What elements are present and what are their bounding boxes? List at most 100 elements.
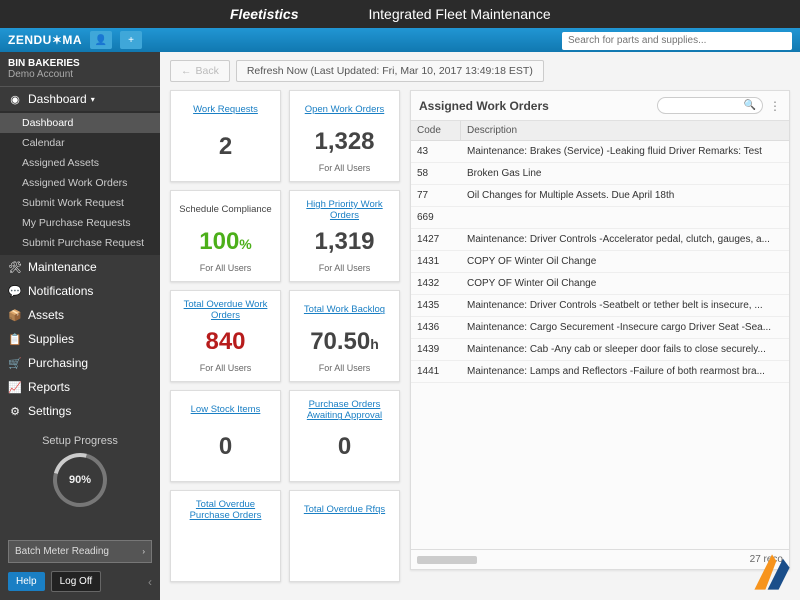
cell-code: 669 xyxy=(411,207,461,228)
sidebar-item-submit-work-request[interactable]: Submit Work Request xyxy=(0,193,160,213)
search-icon: 🔍 xyxy=(744,100,756,111)
sidebar-item-submit-purchase-request[interactable]: Submit Purchase Request xyxy=(0,233,160,253)
card-title[interactable]: Purchase Orders Awaiting Approval xyxy=(294,399,395,422)
user-icon[interactable]: 👤 xyxy=(90,31,112,49)
card-footer: For All Users xyxy=(294,363,395,373)
app-logo: ZENDU✶MA xyxy=(8,33,82,47)
table-footer: 27 reco xyxy=(411,549,789,569)
add-button[interactable]: + xyxy=(120,31,142,49)
card-title: Schedule Compliance xyxy=(175,199,276,221)
card-title[interactable]: Work Requests xyxy=(175,99,276,121)
settings-icon: ⚙ xyxy=(8,404,22,418)
assigned-work-orders-panel: Assigned Work Orders 🔍 ⋮ Code Descriptio… xyxy=(410,90,790,570)
table-row[interactable]: 1431COPY OF Winter Oil Change xyxy=(411,251,789,273)
nav-notifications[interactable]: 💬Notifications xyxy=(0,279,160,303)
cell-code: 1436 xyxy=(411,317,461,338)
card-title[interactable]: Total Overdue Purchase Orders xyxy=(175,499,276,522)
fleetistics-logo-icon xyxy=(750,550,794,594)
kpi-card: Total Work Backlog70.50hFor All Users xyxy=(289,290,400,382)
account-block: BIN BAKERIES Demo Account xyxy=(0,52,160,87)
card-title[interactable]: Total Overdue Rfqs xyxy=(294,499,395,521)
back-button[interactable]: ←Back xyxy=(170,60,230,82)
refresh-button[interactable]: Refresh Now (Last Updated: Fri, Mar 10, … xyxy=(236,60,544,82)
chevron-down-icon: ▾ xyxy=(91,95,95,104)
sidebar-item-calendar[interactable]: Calendar xyxy=(0,133,160,153)
sidebar-item-assigned-assets[interactable]: Assigned Assets xyxy=(0,153,160,173)
global-search[interactable] xyxy=(562,30,792,50)
top-bar: Fleetistics Integrated Fleet Maintenance xyxy=(0,0,800,28)
nav-reports[interactable]: 📈Reports xyxy=(0,375,160,399)
panel-search-input[interactable] xyxy=(664,100,744,111)
sidebar-item-my-purchase-requests[interactable]: My Purchase Requests xyxy=(0,213,160,233)
card-footer: For All Users xyxy=(294,163,395,173)
nav-assets[interactable]: 📦Assets xyxy=(0,303,160,327)
cell-desc: Maintenance: Driver Controls -Seatbelt o… xyxy=(461,295,789,316)
table-row[interactable]: 1436Maintenance: Cargo Securement -Insec… xyxy=(411,317,789,339)
nav-maintenance[interactable]: 🛠Maintenance xyxy=(0,255,160,279)
kpi-card: Total Overdue Work Orders840For All User… xyxy=(170,290,281,382)
panel-menu-icon[interactable]: ⋮ xyxy=(769,99,781,113)
table-row[interactable]: 1435Maintenance: Driver Controls -Seatbe… xyxy=(411,295,789,317)
purchasing-icon: 🛒 xyxy=(8,356,22,370)
setup-label: Setup Progress xyxy=(0,435,160,447)
logoff-button[interactable]: Log Off xyxy=(51,571,102,592)
card-title[interactable]: Open Work Orders xyxy=(294,99,395,121)
kpi-card: Open Work Orders1,328For All Users xyxy=(289,90,400,182)
nav-settings[interactable]: ⚙Settings xyxy=(0,399,160,423)
sidebar-item-dashboard[interactable]: Dashboard xyxy=(0,113,160,133)
table-header: Code Description xyxy=(411,121,789,141)
nav-purchasing[interactable]: 🛒Purchasing xyxy=(0,351,160,375)
help-button[interactable]: Help xyxy=(8,572,45,591)
panel-search[interactable]: 🔍 xyxy=(657,97,763,114)
kpi-card: Purchase Orders Awaiting Approval0 xyxy=(289,390,400,482)
cell-desc: COPY OF Winter Oil Change xyxy=(461,273,789,294)
notifications-icon: 💬 xyxy=(8,284,22,298)
main-area: ←Back Refresh Now (Last Updated: Fri, Ma… xyxy=(160,52,800,600)
cell-desc: Maintenance: Cab -Any cab or sleeper doo… xyxy=(461,339,789,360)
panel-title: Assigned Work Orders xyxy=(419,99,549,113)
account-sub: Demo Account xyxy=(8,69,152,80)
search-input[interactable] xyxy=(562,32,792,50)
assets-icon: 📦 xyxy=(8,308,22,322)
card-title[interactable]: Low Stock Items xyxy=(175,399,276,421)
kpi-card: Total Overdue Rfqs xyxy=(289,490,400,582)
table-row[interactable]: 43Maintenance: Brakes (Service) -Leaking… xyxy=(411,141,789,163)
cell-desc: Broken Gas Line xyxy=(461,163,789,184)
horizontal-scrollbar[interactable] xyxy=(417,556,477,564)
batch-meter-button[interactable]: Batch Meter Reading› xyxy=(8,540,152,563)
cell-code: 1435 xyxy=(411,295,461,316)
nav-dashboard[interactable]: ◉ Dashboard ▾ xyxy=(0,87,160,111)
col-description[interactable]: Description xyxy=(461,121,789,140)
card-title[interactable]: Total Work Backlog xyxy=(294,299,395,321)
dashboard-icon: ◉ xyxy=(8,92,22,106)
cell-desc: Maintenance: Lamps and Reflectors -Failu… xyxy=(461,361,789,382)
maintenance-icon: 🛠 xyxy=(8,260,22,274)
sidebar: BIN BAKERIES Demo Account ◉ Dashboard ▾ … xyxy=(0,52,160,600)
nav-dashboard-label: Dashboard xyxy=(28,92,87,106)
card-title[interactable]: Total Overdue Work Orders xyxy=(175,299,276,322)
col-code[interactable]: Code xyxy=(411,121,461,140)
cell-desc: Oil Changes for Multiple Assets. Due Apr… xyxy=(461,185,789,206)
cell-code: 1431 xyxy=(411,251,461,272)
sidebar-item-assigned-work-orders[interactable]: Assigned Work Orders xyxy=(0,173,160,193)
progress-ring: 90% xyxy=(43,443,117,517)
cell-desc: COPY OF Winter Oil Change xyxy=(461,251,789,272)
nav-supplies[interactable]: 📋Supplies xyxy=(0,327,160,351)
card-value: 0 xyxy=(175,433,276,461)
table-row[interactable]: 58Broken Gas Line xyxy=(411,163,789,185)
card-title[interactable]: High Priority Work Orders xyxy=(294,199,395,222)
card-value: 100% xyxy=(175,228,276,256)
account-name: BIN BAKERIES xyxy=(8,58,152,69)
table-row[interactable]: 669 xyxy=(411,207,789,229)
table-row[interactable]: 1441Maintenance: Lamps and Reflectors -F… xyxy=(411,361,789,383)
kpi-card: Total Overdue Purchase Orders xyxy=(170,490,281,582)
table-row[interactable]: 77Oil Changes for Multiple Assets. Due A… xyxy=(411,185,789,207)
table-body[interactable]: 43Maintenance: Brakes (Service) -Leaking… xyxy=(411,141,789,549)
table-row[interactable]: 1427Maintenance: Driver Controls -Accele… xyxy=(411,229,789,251)
kpi-cards: Work Requests 2 Open Work Orders1,328For A… xyxy=(170,90,400,570)
setup-progress: Setup Progress 90% xyxy=(0,423,160,519)
collapse-sidebar-icon[interactable]: ‹ xyxy=(148,575,152,589)
table-row[interactable]: 1432COPY OF Winter Oil Change xyxy=(411,273,789,295)
table-row[interactable]: 1439Maintenance: Cab -Any cab or sleeper… xyxy=(411,339,789,361)
card-value: 2 xyxy=(175,133,276,161)
